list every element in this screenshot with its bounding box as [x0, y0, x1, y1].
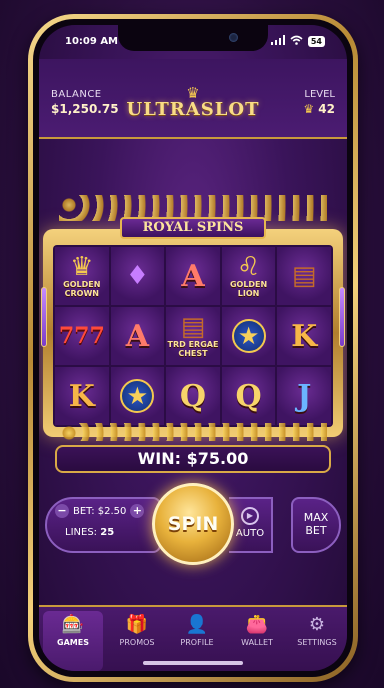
reel-cell: K [277, 307, 331, 365]
logo-text: ULTRASLOT [126, 99, 260, 120]
win-display: WIN: $75.00 [55, 445, 331, 473]
app-screen: 10:09 AM 54 BALANCE $1,250.75 ♛ ULTRASLO… [39, 25, 347, 671]
reel-cell: ★ [221, 307, 276, 365]
camera-icon [229, 33, 238, 42]
crown-icon: ♛ [303, 102, 315, 116]
balance-display[interactable]: BALANCE $1,250.75 [51, 89, 119, 116]
reel-symbol: J [297, 378, 312, 414]
reel-symbol: K [291, 318, 318, 354]
spin-controls: − BET: $2.50 + LINES: 25 ▶ AUTO MAX BET [45, 483, 341, 565]
bet-label: BET: $2.50 [73, 505, 127, 517]
bet-decrease-button[interactable]: − [55, 504, 69, 518]
reel-cell: ▤ TRD ERGAE CHEST [166, 307, 220, 365]
gift-icon: 🎁 [125, 614, 149, 635]
star-icon: ★ [231, 319, 266, 353]
reel-cell: K [55, 367, 109, 425]
reel-cell: 777 [55, 307, 109, 365]
right-side-light [339, 287, 345, 347]
status-icons: 54 [270, 34, 325, 48]
machine-title: ROYAL SPINS [120, 217, 266, 239]
home-indicator[interactable] [143, 661, 243, 665]
level-label: LEVEL [304, 89, 335, 100]
notch [118, 25, 268, 51]
battery-icon: 54 [307, 35, 325, 47]
treasure-chest-icon: ▤ [180, 312, 206, 342]
coin-pile-decoration [59, 423, 327, 441]
reel-frame: ♛ GOLDEN CROWN ♦ A ♌ GOLDEN LION ▤ 777 A ▤ TRD ERG… [43, 229, 343, 437]
bet-row: − BET: $2.50 + [55, 504, 151, 518]
reel-symbol: A [125, 318, 150, 354]
reel-cell: ♛ GOLDEN CROWN [55, 247, 109, 305]
reel-cell: Q [221, 367, 276, 425]
signal-icon [270, 34, 285, 48]
lines-row: LINES: 25 [55, 527, 151, 538]
max-bet-label-line1: MAX [303, 511, 329, 524]
reel-cell: ♦ [110, 247, 165, 305]
tab-label: SETTINGS [297, 638, 337, 647]
lines-value: 25 [100, 527, 115, 538]
phone-bezel: 10:09 AM 54 BALANCE $1,250.75 ♛ ULTRASLO… [33, 19, 353, 677]
left-side-light [41, 287, 47, 347]
phone-frame: 10:09 AM 54 BALANCE $1,250.75 ♛ ULTRASLO… [28, 14, 358, 682]
reel-cell: A [110, 307, 165, 365]
reel-symbol-caption: GOLDEN CROWN [63, 280, 101, 298]
reel-symbol: 777 [58, 323, 105, 349]
reel-grid: ♛ GOLDEN CROWN ♦ A ♌ GOLDEN LION ▤ 777 A ▤ TRD ERG… [53, 245, 333, 427]
reel-symbol: A [181, 258, 205, 294]
wifi-icon [290, 35, 303, 48]
balance-value: $1,250.75 [51, 102, 119, 116]
balance-label: BALANCE [51, 89, 102, 100]
reel-symbol-caption: GOLDEN LION [229, 280, 268, 298]
gem-icon: ♦ [125, 261, 150, 291]
app-logo: ♛ ULTRASLOT [126, 84, 260, 121]
auto-label: AUTO [235, 528, 265, 539]
tab-settings[interactable]: ⚙ SETTINGS [287, 611, 347, 671]
user-icon: 👤 [185, 614, 209, 635]
bet-increase-button[interactable]: + [130, 504, 145, 518]
reel-symbol: Q [179, 378, 207, 414]
gear-icon: ⚙ [308, 614, 326, 635]
reel-symbol: Q [235, 378, 262, 414]
treasure-chest-icon: ▤ [291, 261, 317, 291]
level-number: 42 [318, 102, 335, 116]
spin-button[interactable]: SPIN [152, 483, 234, 565]
bet-panel: − BET: $2.50 + LINES: 25 [45, 497, 161, 553]
reel-cell: Q [166, 367, 220, 425]
auto-spin-button[interactable]: ▶ AUTO [229, 497, 273, 553]
wallet-icon: 👛 [245, 614, 269, 635]
crown-icon: ♛ [186, 84, 200, 102]
tab-label: GAMES [57, 638, 89, 647]
slot-machine-icon: 🎰 [61, 614, 85, 635]
slot-machine: ROYAL SPINS ♛ GOLDEN CROWN ♦ A ♌ GOLDEN LION ▤… [41, 217, 345, 447]
reel-cell: A [166, 247, 220, 305]
reel-symbol-caption: TRD ERGAE CHEST [167, 340, 219, 358]
reel-symbol: K [68, 378, 95, 414]
reel-cell: ▤ [277, 247, 331, 305]
max-bet-button[interactable]: MAX BET [291, 497, 341, 553]
play-icon: ▶ [241, 507, 259, 525]
tab-label: PROFILE [180, 638, 214, 647]
app-header: BALANCE $1,250.75 ♛ ULTRASLOT LEVEL ♛ 42 [39, 59, 347, 139]
star-icon: ★ [120, 379, 155, 413]
tab-label: PROMOS [119, 638, 155, 647]
level-value: ♛ 42 [303, 102, 335, 116]
reel-cell: ★ [110, 367, 165, 425]
tab-games[interactable]: 🎰 GAMES [43, 611, 103, 671]
level-display[interactable]: LEVEL ♛ 42 [303, 89, 335, 116]
crown-icon: ♛ [70, 252, 94, 282]
lines-label: LINES: [65, 527, 98, 538]
max-bet-label-line2: BET [305, 524, 327, 537]
lion-icon: ♌ [236, 252, 261, 282]
tab-label: WALLET [241, 638, 273, 647]
reel-cell: ♌ GOLDEN LION [221, 247, 276, 305]
status-time: 10:09 AM [65, 35, 119, 47]
reel-cell: J [277, 367, 331, 425]
